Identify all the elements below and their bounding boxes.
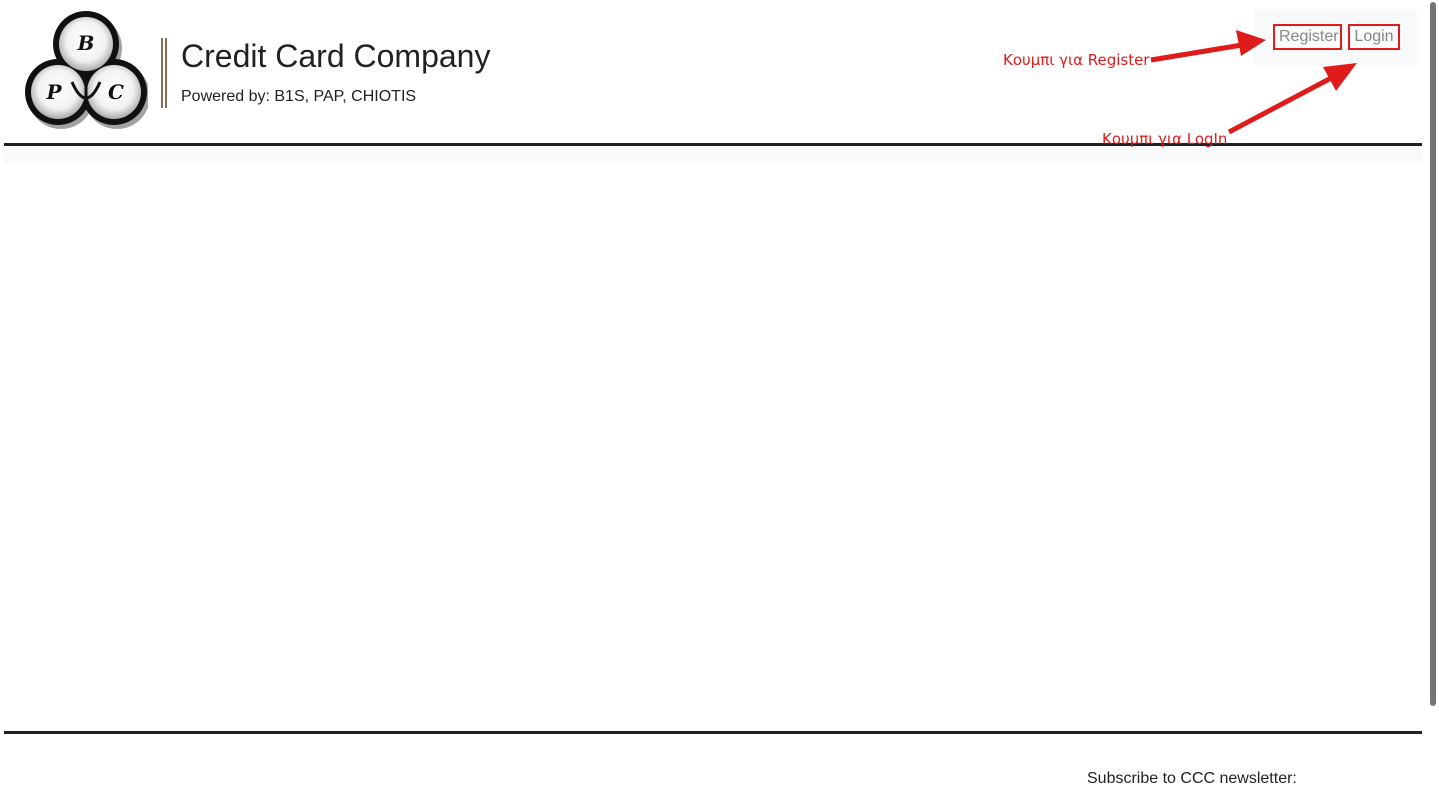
site-header: B P C Credit Card Company Powered by: B1… [4, 0, 1422, 146]
logo-letter-p: P [45, 80, 62, 104]
logo-letter-b: B [77, 31, 95, 55]
site-subtitle: Powered by: B1S, PAP, CHIOTIS [181, 88, 417, 105]
logo[interactable]: B P C [24, 6, 148, 136]
site-title: Credit Card Company [181, 38, 491, 74]
auth-box: Register Login [1254, 9, 1417, 65]
logo-letter-c: C [108, 80, 124, 104]
brand-divider [161, 38, 167, 108]
newsletter-label: Subscribe to CCC newsletter: [1087, 770, 1297, 787]
scrollbar-thumb[interactable] [1430, 2, 1436, 706]
page: B P C Credit Card Company Powered by: B1… [0, 0, 1439, 787]
nav-strip [4, 149, 1422, 163]
annotation-register: Κουμπι για Register [1003, 51, 1150, 69]
scrollbar[interactable] [1427, 0, 1439, 787]
footer-divider [4, 731, 1422, 734]
register-button[interactable]: Register [1273, 24, 1342, 50]
annotation-login: Κουμπι για LogIn [1102, 130, 1228, 148]
login-button[interactable]: Login [1348, 24, 1400, 50]
